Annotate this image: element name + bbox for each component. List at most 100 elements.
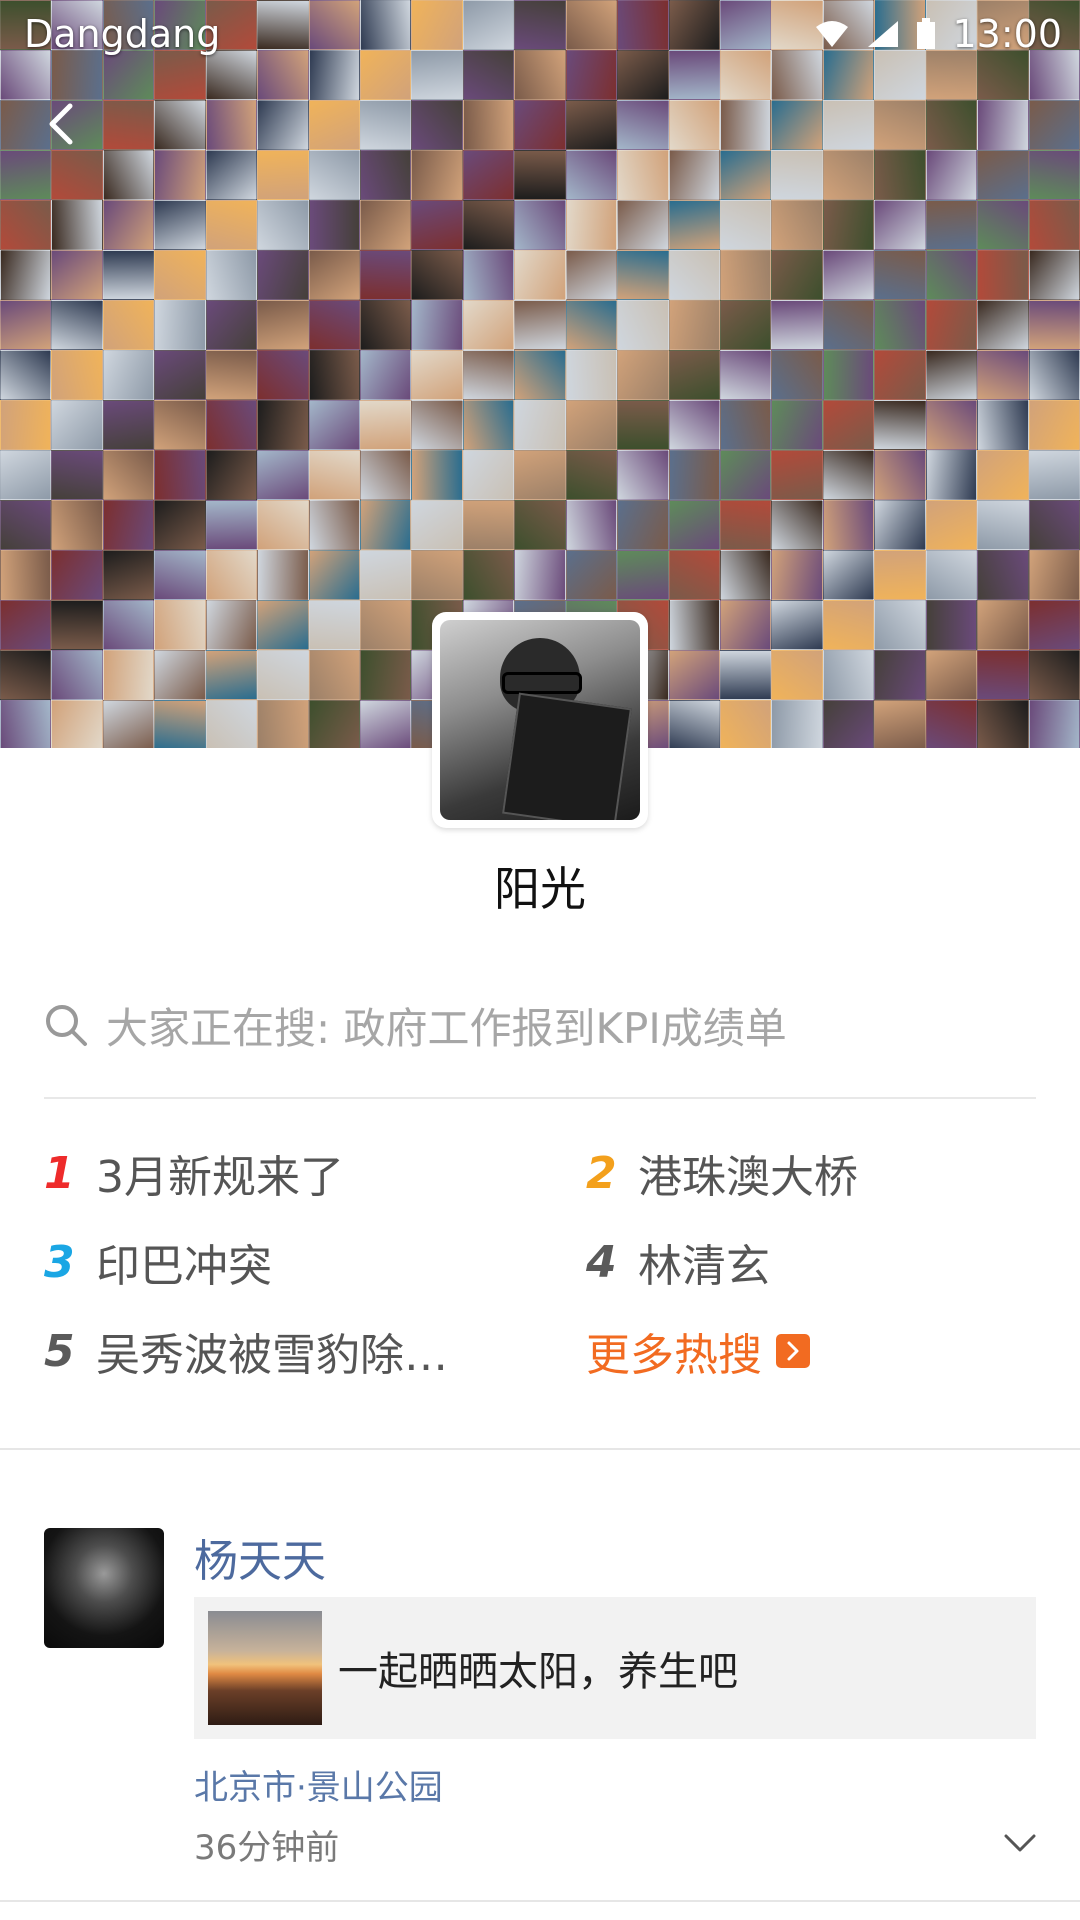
mosaic-tile xyxy=(977,250,1029,300)
search-input[interactable]: 大家正在搜: 政府工作报到KPI成绩单 xyxy=(44,990,1036,1060)
mosaic-tile xyxy=(411,100,463,150)
chevron-down-icon[interactable] xyxy=(1000,1828,1040,1858)
mosaic-tile xyxy=(925,500,978,550)
hot-search-label: 林清玄 xyxy=(638,1241,770,1292)
status-time: 13:00 xyxy=(952,12,1062,56)
mosaic-tile xyxy=(771,600,823,650)
mosaic-tile xyxy=(359,500,412,550)
mosaic-tile xyxy=(874,700,926,748)
mosaic-tile xyxy=(462,350,515,400)
mosaic-tile xyxy=(771,250,823,300)
mosaic-tile xyxy=(1028,450,1080,500)
mosaic-tile xyxy=(514,200,566,250)
hot-search-label: 印巴冲突 xyxy=(96,1241,272,1292)
post-shared-content[interactable]: 一起晒晒太阳，养生吧 xyxy=(194,1597,1036,1739)
mosaic-tile xyxy=(205,550,258,600)
post-author-avatar[interactable] xyxy=(44,1528,164,1648)
mosaic-tile xyxy=(308,400,360,450)
mosaic-tile xyxy=(0,250,52,300)
mosaic-tile xyxy=(771,350,823,400)
mosaic-tile xyxy=(0,200,52,250)
mosaic-tile xyxy=(719,650,772,700)
mosaic-tile xyxy=(359,400,412,450)
mosaic-tile xyxy=(257,300,309,350)
mosaic-tile xyxy=(51,700,103,748)
mosaic-tile xyxy=(925,250,978,300)
mosaic-tile xyxy=(308,650,360,700)
mosaic-tile xyxy=(771,650,823,700)
hot-search-item[interactable]: 5 吴秀波被雪豹除… xyxy=(44,1321,448,1382)
mosaic-tile xyxy=(51,500,103,550)
mosaic-tile xyxy=(0,150,52,200)
mosaic-tile xyxy=(977,550,1029,600)
post-location-link[interactable]: 北京市·景山公园 xyxy=(194,1760,443,1809)
mosaic-tile xyxy=(0,600,52,650)
mosaic-tile xyxy=(308,500,360,550)
mosaic-tile xyxy=(514,550,566,600)
mosaic-tile xyxy=(925,700,978,748)
mosaic-tile xyxy=(668,350,720,400)
mosaic-tile xyxy=(308,300,360,350)
hot-search-item[interactable]: 4 林清玄 xyxy=(586,1232,770,1293)
mosaic-tile xyxy=(154,350,206,400)
more-hot-searches-link[interactable]: 更多热搜 xyxy=(586,1321,810,1381)
mosaic-tile xyxy=(874,500,926,550)
section-divider xyxy=(0,1448,1080,1450)
mosaic-tile xyxy=(462,200,515,250)
mosaic-tile xyxy=(1028,700,1080,748)
mosaic-tile xyxy=(462,300,515,350)
post-author-name[interactable]: 杨天天 xyxy=(194,1525,326,1589)
hot-search-item[interactable]: 2 港珠澳大桥 xyxy=(586,1143,858,1204)
mosaic-tile xyxy=(359,600,412,650)
battery-icon xyxy=(917,18,936,49)
mosaic-tile xyxy=(205,700,258,748)
mosaic-tile xyxy=(668,150,720,200)
mosaic-tile xyxy=(0,350,52,400)
mosaic-tile xyxy=(462,150,515,200)
mosaic-tile xyxy=(308,450,360,500)
mosaic-tile xyxy=(205,400,258,450)
mosaic-tile xyxy=(925,600,978,650)
mosaic-tile xyxy=(411,500,463,550)
hot-search-label: 3月新规来了 xyxy=(96,1152,344,1203)
mosaic-tile xyxy=(668,600,720,650)
mosaic-tile xyxy=(925,150,978,200)
back-button[interactable] xyxy=(40,100,88,148)
mosaic-tile xyxy=(1028,600,1080,650)
mosaic-tile xyxy=(668,550,720,600)
mosaic-tile xyxy=(1028,150,1080,200)
mosaic-tile xyxy=(925,300,978,350)
hot-search-item[interactable]: 3 印巴冲突 xyxy=(44,1232,272,1293)
hot-search-item[interactable]: 1 3月新规来了 xyxy=(44,1143,344,1204)
mosaic-tile xyxy=(205,100,258,150)
mosaic-tile xyxy=(977,350,1029,400)
mosaic-tile xyxy=(617,200,669,250)
mosaic-tile xyxy=(771,550,823,600)
hot-search-rank: 5 xyxy=(44,1325,75,1377)
mosaic-tile xyxy=(977,150,1029,200)
mosaic-tile xyxy=(1028,400,1080,450)
mosaic-tile xyxy=(514,100,566,150)
mosaic-tile xyxy=(565,100,618,150)
mosaic-tile xyxy=(411,550,463,600)
mosaic-tile xyxy=(205,300,258,350)
mosaic-tile xyxy=(822,200,875,250)
mosaic-tile xyxy=(925,550,978,600)
mosaic-tile xyxy=(668,400,720,450)
mosaic-tile xyxy=(359,350,412,400)
profile-avatar[interactable] xyxy=(432,612,648,828)
mosaic-tile xyxy=(719,450,772,500)
mosaic-tile xyxy=(874,350,926,400)
mosaic-tile xyxy=(411,150,463,200)
mosaic-tile xyxy=(257,500,309,550)
mosaic-tile xyxy=(822,450,875,500)
mosaic-tile xyxy=(102,450,155,500)
mosaic-tile xyxy=(51,300,103,350)
mosaic-tile xyxy=(719,200,772,250)
mosaic-tile xyxy=(102,350,155,400)
post-text: 一起晒晒太阳，养生吧 xyxy=(338,1649,738,1695)
mosaic-tile xyxy=(771,150,823,200)
mosaic-tile xyxy=(977,200,1029,250)
mosaic-tile xyxy=(771,300,823,350)
carrier-name: Dangdang xyxy=(24,12,221,56)
